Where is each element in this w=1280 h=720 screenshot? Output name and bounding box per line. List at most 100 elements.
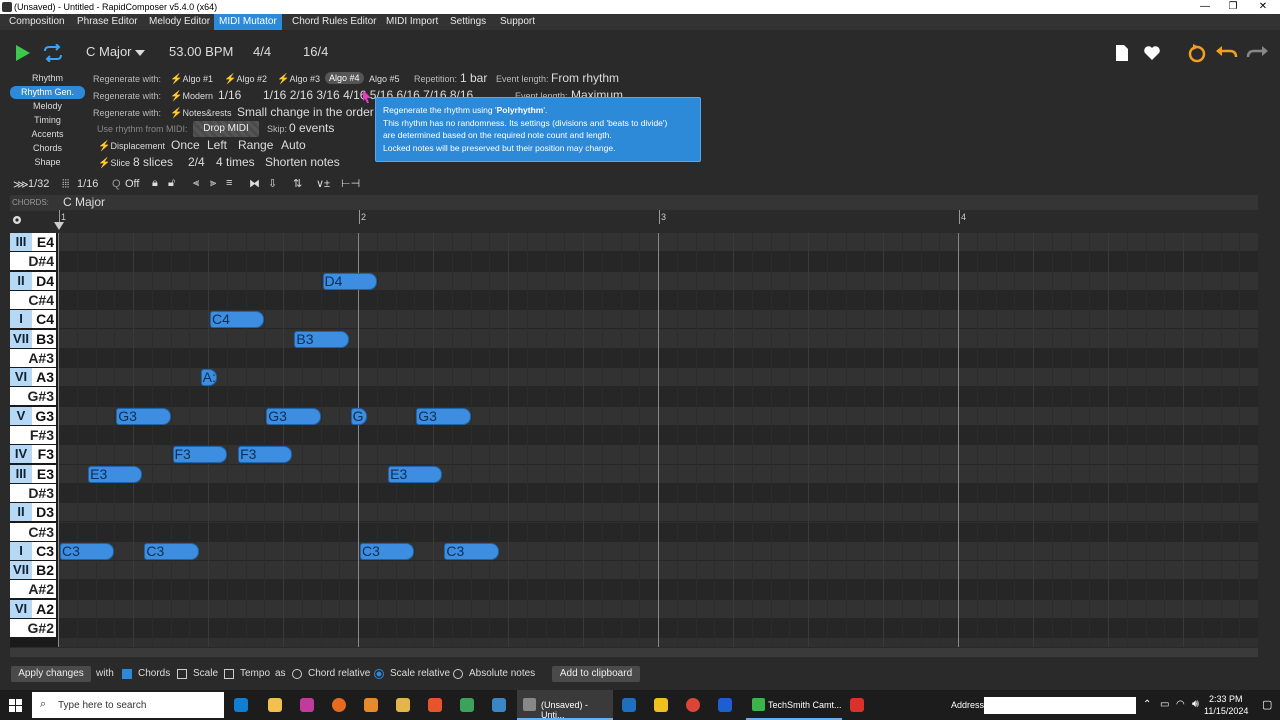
close-button[interactable]: ✕ — [1248, 0, 1278, 14]
windows-start-icon[interactable] — [9, 699, 22, 712]
notesrests-button[interactable]: ⚡Notes&rests — [170, 108, 231, 119]
displacement-button[interactable]: ⚡Displacement — [98, 141, 165, 152]
piano-key[interactable]: G#3 — [10, 387, 56, 406]
pitch-tool-icon[interactable]: ⇩ — [268, 177, 277, 190]
midi-note[interactable]: C3 — [360, 542, 415, 560]
menu-phrase-editor[interactable]: Phrase Editor — [72, 14, 143, 30]
scale-relative-radio[interactable] — [374, 669, 384, 679]
menu-support[interactable]: Support — [495, 14, 540, 30]
address-input[interactable] — [984, 697, 1136, 714]
skip-value[interactable]: 0 events — [289, 121, 334, 135]
piano-key[interactable]: III E4 — [10, 233, 56, 251]
midi-note[interactable]: D4 — [322, 272, 377, 290]
displacement-range[interactable]: Range — [238, 138, 273, 152]
piano-key[interactable]: II D4 — [10, 271, 56, 290]
sidebar-item-rhythm-gen[interactable]: Rhythm Gen. — [10, 86, 85, 99]
export-file-icon[interactable] — [1114, 44, 1130, 62]
midi-note[interactable]: G3 — [116, 407, 171, 425]
taskbar-app-techsmith[interactable]: TechSmith Camt... — [746, 690, 842, 720]
grid-value-1[interactable]: 1/32 — [28, 178, 49, 190]
piano-key[interactable]: C#3 — [10, 522, 56, 541]
slice-count[interactable]: 8 slices — [133, 155, 173, 169]
algo-4-button[interactable]: Algo #4 — [325, 72, 364, 84]
minimize-button[interactable]: — — [1190, 0, 1220, 14]
horizontal-scrollbar[interactable] — [10, 648, 1258, 657]
midi-note[interactable]: F3 — [238, 446, 293, 464]
redo-icon[interactable] — [1246, 45, 1268, 61]
network-icon[interactable]: ▭ — [1160, 699, 1169, 710]
sidebar-item-timing[interactable]: Timing — [10, 114, 85, 127]
loop-icon[interactable] — [42, 44, 64, 62]
app-icon-5[interactable] — [622, 698, 636, 712]
piano-key[interactable]: III E3 — [10, 464, 56, 483]
chevron-down-icon[interactable] — [135, 50, 145, 56]
menu-midi-import[interactable]: MIDI Import — [381, 14, 443, 30]
piano-key[interactable]: VII B2 — [10, 561, 56, 580]
search-app-icon[interactable] — [364, 698, 378, 712]
midi-note[interactable]: E3 — [388, 465, 443, 483]
sidebar-item-chords[interactable]: Chords — [10, 142, 85, 155]
algo-2-button[interactable]: ⚡Algo #2 — [224, 74, 267, 85]
lock-icon[interactable]: 🔒︎ — [152, 177, 158, 190]
volume-icon[interactable]: 🔊︎ — [1192, 698, 1199, 711]
piano-key[interactable]: G#2 — [10, 619, 56, 637]
piano-key[interactable]: D#4 — [10, 252, 56, 271]
undo-icon[interactable] — [1216, 45, 1238, 61]
key-select[interactable]: C Major — [86, 44, 132, 59]
midi-note[interactable]: G3 — [266, 407, 321, 425]
notesrests-value[interactable]: Small change in the order — [237, 105, 374, 119]
piano-key[interactable]: I C3 — [10, 541, 56, 560]
absolute-notes-radio[interactable] — [453, 669, 463, 679]
app-icon-4[interactable] — [492, 698, 506, 712]
length-display[interactable]: 16/4 — [303, 44, 328, 59]
modern-value[interactable]: 1/16 — [218, 88, 241, 102]
sidebar-item-melody[interactable]: Melody — [10, 100, 85, 113]
grid-value-2[interactable]: 1/16 — [77, 178, 98, 190]
app-icon-7[interactable] — [718, 698, 732, 712]
menu-melody-editor[interactable]: Melody Editor — [144, 14, 215, 30]
slice-length[interactable]: 2/4 — [188, 155, 205, 169]
chrome-icon[interactable] — [686, 698, 700, 712]
chord-block[interactable]: C Major — [63, 195, 105, 209]
piano-key[interactable]: F#3 — [10, 426, 56, 444]
app-icon-3[interactable] — [460, 698, 474, 712]
piano-key[interactable]: VII B3 — [10, 329, 56, 348]
scale-checkbox[interactable] — [177, 669, 187, 679]
unlock-icon[interactable]: 🔓︎ — [168, 177, 175, 190]
piano-key[interactable]: I C4 — [10, 310, 56, 329]
quantize-value[interactable]: Off — [125, 178, 139, 190]
clock-date[interactable]: 11/15/2024 — [1204, 706, 1248, 716]
menu-midi-mutator[interactable]: MIDI Mutator — [214, 14, 282, 30]
midi-note[interactable]: G3 — [416, 407, 471, 425]
chords-checkbox[interactable] — [122, 669, 132, 679]
velocity-icon[interactable]: ∨± — [316, 177, 330, 190]
apply-changes-button[interactable]: Apply changes — [11, 666, 91, 682]
edge-browser-icon[interactable] — [234, 698, 248, 712]
tray-chevron-icon[interactable]: ⌃ — [1143, 699, 1151, 710]
midi-note[interactable]: G — [350, 407, 368, 425]
grid-lines-icon[interactable]: ⦙⦙⦙ — [62, 178, 69, 191]
maximize-button[interactable]: ❐ — [1218, 0, 1248, 14]
gear-icon[interactable] — [11, 214, 23, 226]
taskbar-search-box[interactable]: ⌕ Type here to search — [32, 692, 224, 718]
clock-time[interactable]: 2:33 PM — [1209, 694, 1243, 704]
regenerate-icon[interactable] — [1187, 43, 1207, 63]
app-icon-2[interactable] — [300, 698, 314, 712]
midi-note[interactable]: C3 — [444, 542, 499, 560]
office-icon[interactable] — [428, 698, 442, 712]
firefox-icon[interactable] — [332, 698, 346, 712]
timeline-ruler[interactable]: 1 2 3 4 — [58, 210, 1258, 224]
piano-key[interactable]: VI A2 — [10, 599, 56, 618]
drop-midi-zone[interactable]: Drop MIDI — [193, 121, 259, 137]
tempo-display[interactable]: 53.00 BPM — [169, 44, 233, 59]
stretch-icon[interactable]: ⊢⊣ — [341, 177, 360, 190]
playhead-marker-icon[interactable] — [54, 222, 64, 232]
sidebar-item-rhythm[interactable]: Rhythm — [10, 72, 85, 85]
align-right-icon[interactable]: ⫸ — [210, 177, 216, 190]
menu-chord-rules-editor[interactable]: Chord Rules Editor — [287, 14, 381, 30]
app-icon-6[interactable] — [654, 698, 668, 712]
modern-button[interactable]: ⚡Modern — [170, 91, 213, 102]
menu-settings[interactable]: Settings — [445, 14, 491, 30]
tempo-checkbox[interactable] — [224, 669, 234, 679]
add-to-clipboard-button[interactable]: Add to clipboard — [552, 666, 640, 682]
